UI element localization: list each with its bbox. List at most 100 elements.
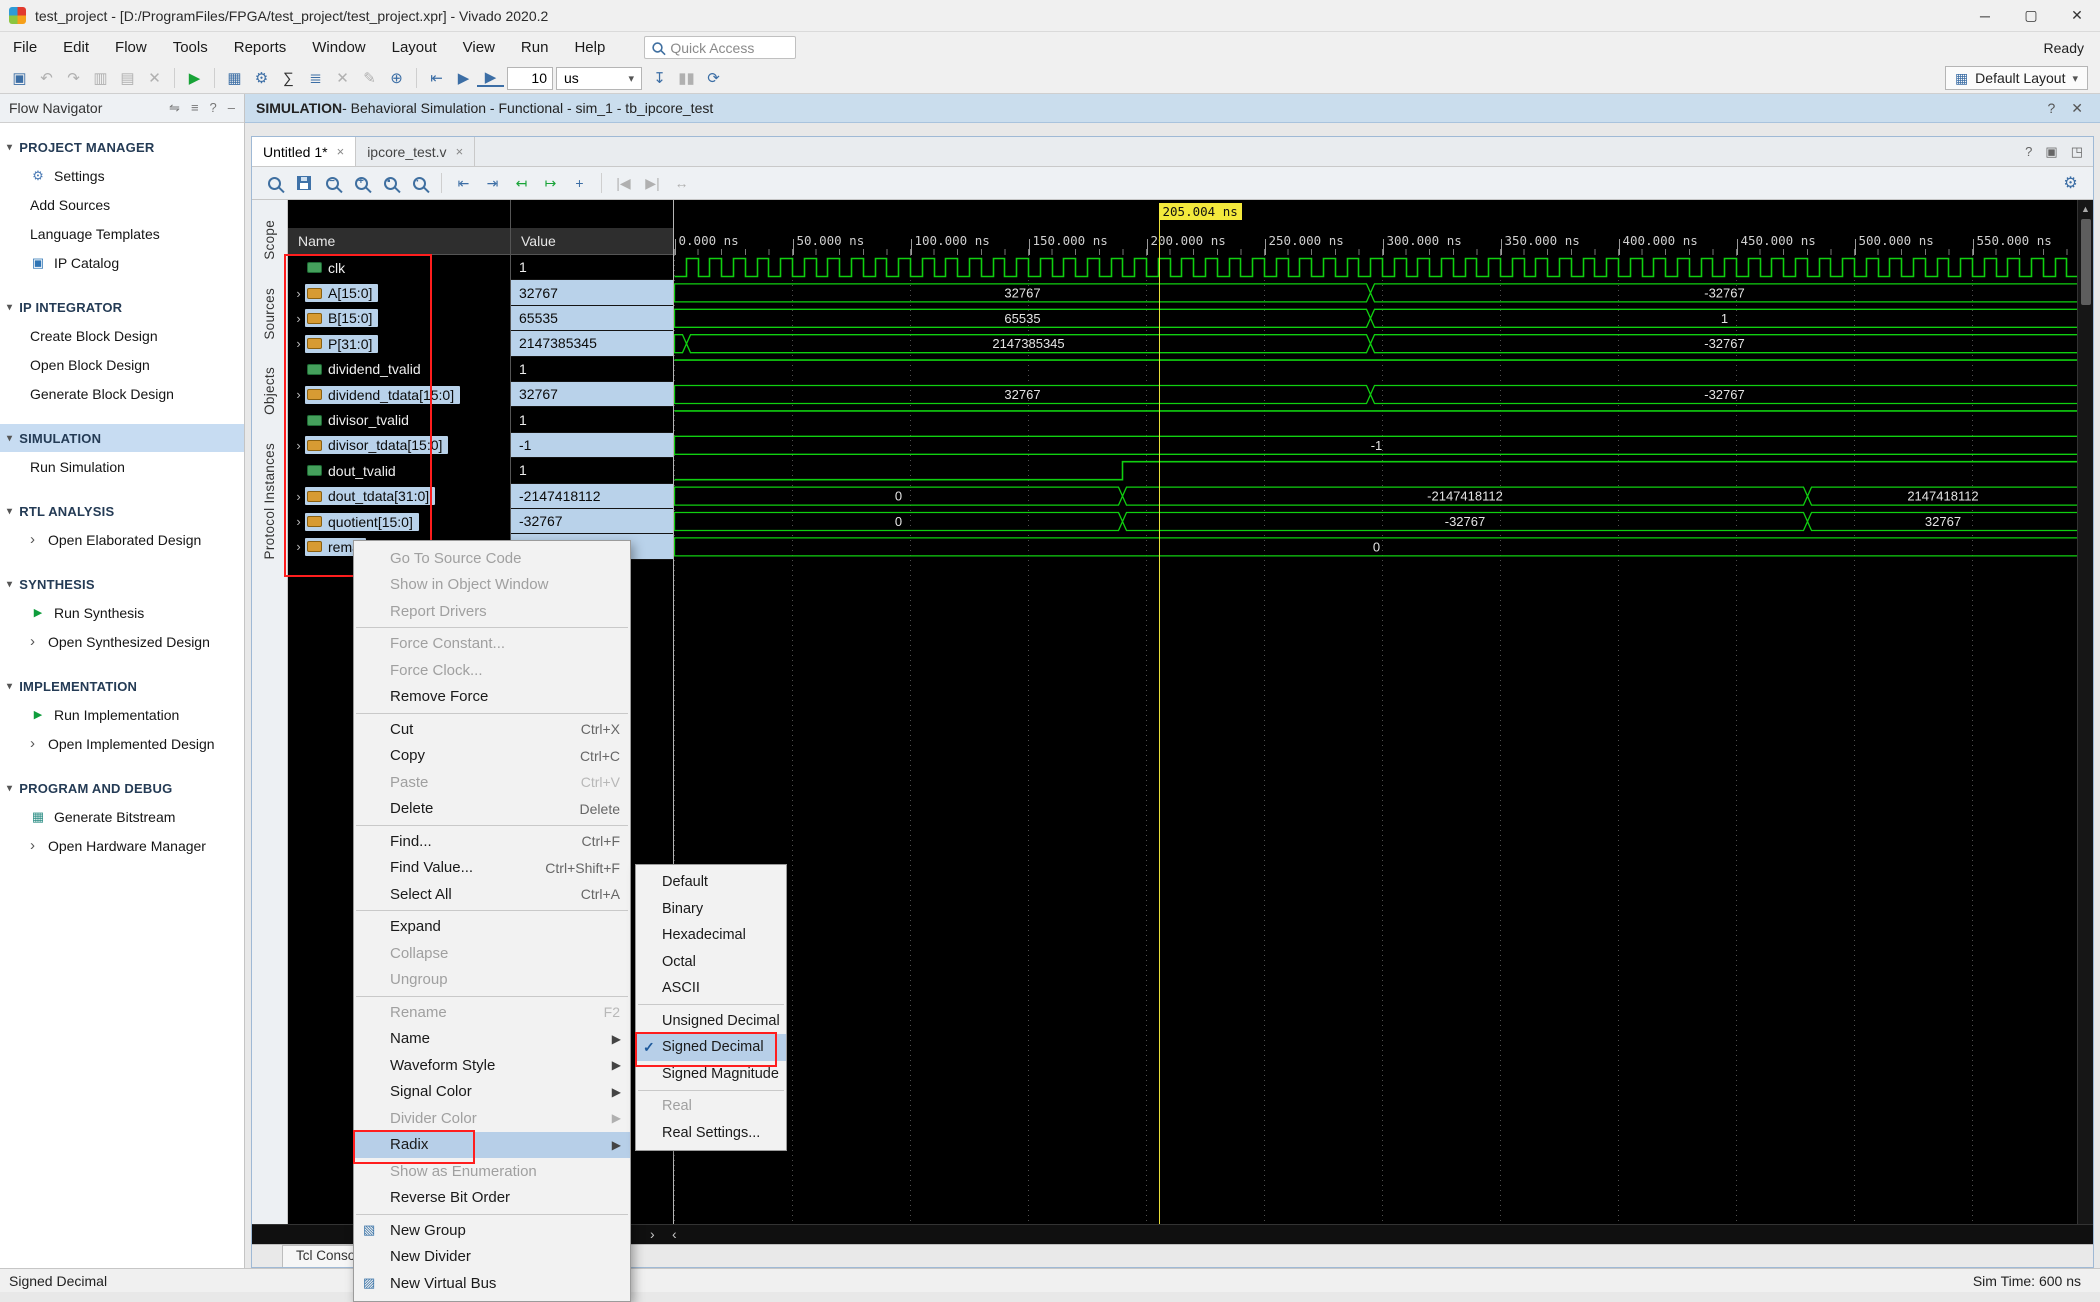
tab-ipcore-test-v[interactable]: ipcore_test.v × [356, 137, 475, 166]
menu-item-ungroup[interactable]: Ungroup [354, 967, 630, 994]
flownav-item-ip-catalog[interactable]: ▣ IP Catalog [0, 248, 244, 277]
menu-item-force-clock[interactable]: Force Clock... [354, 657, 630, 684]
menu-item-go-to-source-code[interactable]: Go To Source Code [354, 545, 630, 572]
waveform-settings-icon[interactable]: ⚙ [2057, 171, 2084, 195]
restart-sim-icon[interactable]: ⇤ [423, 66, 450, 90]
menu-item-remove-force[interactable]: Remove Force [354, 684, 630, 711]
scroll-right-icon[interactable]: › [650, 1226, 655, 1242]
zoom-to-cursor-icon[interactable]: · [406, 171, 433, 195]
menu-item-radix[interactable]: Radix ▶ [354, 1132, 630, 1159]
expand-icon[interactable]: › [292, 336, 305, 351]
menu-flow[interactable]: Flow [102, 39, 160, 56]
flownav-item-open-elaborated-design[interactable]: › Open Elaborated Design [0, 525, 244, 554]
dashboard-icon[interactable]: ▦ [221, 66, 248, 90]
signal-row-dout-tdata-31-0[interactable]: › dout_tdata[31:0] [288, 484, 510, 509]
copy-icon[interactable]: ▥ [87, 66, 114, 90]
waveform-canvas[interactable]: 205.004 ns 0.000 ns50.000 ns100.000 ns15… [673, 200, 2077, 1224]
expand-icon[interactable]: › [292, 438, 305, 453]
close-icon[interactable]: × [456, 144, 464, 159]
menu-item-real-settings[interactable]: Real Settings... [636, 1120, 786, 1147]
signal-row-divisor-tdata-15-0[interactable]: › divisor_tdata[15:0] [288, 433, 510, 458]
help-icon[interactable]: ? [2047, 100, 2055, 117]
menu-item-name[interactable]: Name ▶ [354, 1026, 630, 1053]
menu-item-signal-color[interactable]: Signal Color ▶ [354, 1079, 630, 1106]
signal-row-dout-tvalid[interactable]: dout_tvalid [288, 458, 510, 483]
menu-run[interactable]: Run [508, 39, 562, 56]
toggle-panel-icon[interactable]: ⇋ [169, 100, 180, 116]
add-marker-icon[interactable]: + [566, 171, 593, 195]
menu-item-find-value[interactable]: Find Value... Ctrl+Shift+F [354, 855, 630, 882]
menu-item-binary[interactable]: Binary [636, 896, 786, 923]
vertical-scrollbar[interactable]: ▲ [2077, 200, 2093, 1224]
open-recent-icon[interactable]: ▣ [6, 66, 33, 90]
signal-row-clk[interactable]: clk [288, 255, 510, 280]
expand-icon[interactable]: › [292, 286, 305, 301]
flownav-item-run-synthesis[interactable]: ▶ Run Synthesis [0, 598, 244, 627]
expand-icon[interactable]: › [292, 514, 305, 529]
edit-icon[interactable]: ✎ [356, 66, 383, 90]
float-window-icon[interactable]: ▣ [2045, 144, 2057, 160]
menu-item-signed-decimal[interactable]: ✓ Signed Decimal [636, 1034, 786, 1061]
menu-item-default[interactable]: Default [636, 869, 786, 896]
timeline-ruler[interactable]: 0.000 ns50.000 ns100.000 ns150.000 ns200… [674, 228, 2077, 255]
help-icon[interactable]: ? [2025, 144, 2032, 159]
flownav-item-run-implementation[interactable]: ▶ Run Implementation [0, 700, 244, 729]
report-icon[interactable]: ≣ [302, 66, 329, 90]
flownav-item-create-block-design[interactable]: Create Block Design [0, 321, 244, 350]
menu-item-reverse-bit-order[interactable]: Reverse Bit Order [354, 1185, 630, 1212]
save-waveform-icon[interactable] [290, 171, 317, 195]
flownav-item-settings[interactable]: ⚙ Settings [0, 161, 244, 190]
side-tab-scope[interactable]: Scope [262, 220, 277, 260]
menu-item-waveform-style[interactable]: Waveform Style ▶ [354, 1052, 630, 1079]
menu-item-find[interactable]: Find... Ctrl+F [354, 828, 630, 855]
swap-cursors-icon[interactable]: ↔ [668, 171, 695, 195]
flownav-header-project-manager[interactable]: ▾ PROJECT MANAGER [0, 133, 244, 161]
flownav-item-language-templates[interactable]: Language Templates [0, 219, 244, 248]
run-icon[interactable]: ▶ [181, 66, 208, 90]
menu-item-real[interactable]: Real [636, 1093, 786, 1120]
maximize-panel-icon[interactable]: ◳ [2071, 144, 2083, 160]
menu-item-octal[interactable]: Octal [636, 949, 786, 976]
paste-icon[interactable]: ▤ [114, 66, 141, 90]
menu-item-show-as-enumeration[interactable]: Show as Enumeration [354, 1158, 630, 1185]
side-tab-sources[interactable]: Sources [262, 288, 277, 340]
flownav-item-run-simulation[interactable]: Run Simulation [0, 452, 244, 481]
sim-time-input[interactable] [507, 67, 553, 90]
settings-icon[interactable]: ⚙ [248, 66, 275, 90]
flownav-item-generate-block-design[interactable]: Generate Block Design [0, 379, 244, 408]
signal-row-a-15-0[interactable]: › A[15:0] [288, 280, 510, 305]
search-icon[interactable] [261, 171, 288, 195]
zoom-in-icon[interactable]: + [348, 171, 375, 195]
flownav-header-rtl-analysis[interactable]: ▾ RTL ANALYSIS [0, 497, 244, 525]
flownav-item-generate-bitstream[interactable]: ▦ Generate Bitstream [0, 802, 244, 831]
menu-item-delete[interactable]: Delete Delete [354, 796, 630, 823]
maximize-icon[interactable]: ▢ [2008, 0, 2054, 31]
help-icon[interactable]: ? [210, 100, 217, 116]
menu-item-show-in-object-window[interactable]: Show in Object Window [354, 572, 630, 599]
menu-item-divider-color[interactable]: Divider Color ▶ [354, 1105, 630, 1132]
menu-help[interactable]: Help [561, 39, 618, 56]
menu-item-expand[interactable]: Expand [354, 914, 630, 941]
flownav-item-add-sources[interactable]: Add Sources [0, 190, 244, 219]
scroll-up-icon[interactable]: ▲ [2081, 202, 2090, 216]
menu-item-ascii[interactable]: ASCII [636, 975, 786, 1002]
flownav-header-program-and-debug[interactable]: ▾ PROGRAM AND DEBUG [0, 774, 244, 802]
quick-access-search[interactable]: Quick Access [644, 36, 796, 59]
signal-row-divisor-tvalid[interactable]: divisor_tvalid [288, 407, 510, 432]
expand-icon[interactable]: › [292, 387, 305, 402]
panel-menu-icon[interactable]: ≡ [191, 100, 199, 116]
flownav-header-ip-integrator[interactable]: ▾ IP INTEGRATOR [0, 293, 244, 321]
menu-item-hexadecimal[interactable]: Hexadecimal [636, 922, 786, 949]
menu-item-new-group[interactable]: ▧ New Group [354, 1217, 630, 1244]
cursor-time-label[interactable]: 205.004 ns [1159, 203, 1242, 220]
previous-marker-icon[interactable]: |◀ [610, 171, 637, 195]
zoom-fit-icon[interactable]: ▪ [377, 171, 404, 195]
close-icon[interactable]: ✕ [2071, 100, 2083, 117]
expand-icon[interactable]: › [292, 489, 305, 504]
cursor-line[interactable] [1159, 218, 1160, 1224]
next-marker-icon[interactable]: ▶| [639, 171, 666, 195]
close-icon[interactable]: ✕ [2054, 0, 2100, 31]
scroll-left-icon[interactable]: ‹ [672, 1226, 677, 1242]
menu-item-cut[interactable]: Cut Ctrl+X [354, 716, 630, 743]
menu-item-new-divider[interactable]: New Divider [354, 1244, 630, 1271]
